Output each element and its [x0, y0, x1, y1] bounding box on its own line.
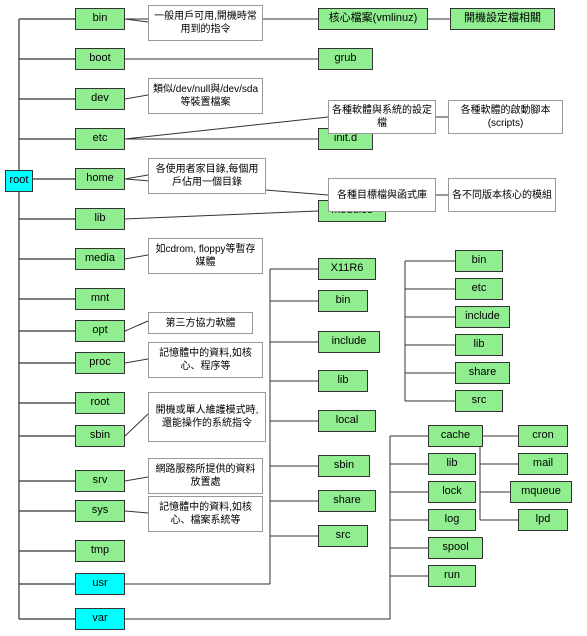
usr-sbin-node: sbin — [318, 455, 370, 477]
var-lock-node: lock — [428, 481, 476, 503]
srv-desc: 網路服務所提供的資料放置處 — [148, 458, 263, 494]
media-node: media — [75, 248, 125, 270]
boot-node: boot — [75, 48, 125, 70]
lib-func-desc: 各種目標檔與函式庫 — [328, 178, 436, 212]
var-spool-node: spool — [428, 537, 483, 559]
usr-share-node: share — [318, 490, 376, 512]
lib-node: lib — [75, 208, 125, 230]
proc-desc: 記憶體中的資料,如核心、程序等 — [148, 342, 263, 378]
x11-include-node: include — [455, 306, 510, 328]
var-run-node: run — [428, 565, 476, 587]
var-log-node: log — [428, 509, 476, 531]
usr-bin-node: bin — [318, 290, 368, 312]
x11-bin-node: bin — [455, 250, 503, 272]
x11-src-node: src — [455, 390, 503, 412]
usr-lib-node: lib — [318, 370, 368, 392]
proc-node: proc — [75, 352, 125, 374]
mnt-node: mnt — [75, 288, 125, 310]
srv-node: srv — [75, 470, 125, 492]
bin-node: bin — [75, 8, 125, 30]
x11-lib-node: lib — [455, 334, 503, 356]
sys-node: sys — [75, 500, 125, 522]
kernel-modules-desc: 各不同版本核心的模組 — [448, 178, 556, 212]
sys-desc: 記憶體中的資料,如核心、檔案系統等 — [148, 496, 263, 532]
usr-node: usr — [75, 573, 125, 595]
sbin-desc: 開機或單人維護模式時,還能操作的系統指令 — [148, 392, 266, 442]
vmlinuz-node: 核心檔案(vmlinuz) — [318, 8, 428, 30]
bin-desc: 一般用戶可用,開機時常用到的指令 — [148, 5, 263, 41]
x11-etc-node: etc — [455, 278, 503, 300]
opt-node: opt — [75, 320, 125, 342]
etc-desc: 各種軟體與系統的設定檔 — [328, 100, 436, 134]
bootcfg-node: 開機設定檔相關 — [450, 8, 555, 30]
scripts-desc: 各種軟體的啟動腳本(scripts) — [448, 100, 563, 134]
usr-include-node: include — [318, 331, 380, 353]
usr-local-node: local — [318, 410, 376, 432]
media-desc: 如cdrom, floppy等暫存媒體 — [148, 238, 263, 274]
sbin-node: sbin — [75, 425, 125, 447]
root-node: root — [5, 170, 33, 192]
x11-share-node: share — [455, 362, 510, 384]
home-desc: 各使用者家目錄,每個用戶佔用一個目錄 — [148, 158, 266, 194]
opt-desc: 第三方協力軟體 — [148, 312, 253, 334]
usr-src-node: src — [318, 525, 368, 547]
x11r6-node: X11R6 — [318, 258, 376, 280]
home-node: home — [75, 168, 125, 190]
var-cache-node: cache — [428, 425, 483, 447]
spool-cron-node: cron — [518, 425, 568, 447]
tmp-node: tmp — [75, 540, 125, 562]
rootdir-node: root — [75, 392, 125, 414]
dev-desc: 類似/dev/null與/dev/sda等裝置檔案 — [148, 78, 263, 114]
grub-node: grub — [318, 48, 373, 70]
etc-node: etc — [75, 128, 125, 150]
var-node: var — [75, 608, 125, 630]
spool-mqueue-node: mqueue — [510, 481, 572, 503]
spool-mail-node: mail — [518, 453, 568, 475]
var-lib-node: lib — [428, 453, 476, 475]
spool-lpd-node: lpd — [518, 509, 568, 531]
dev-node: dev — [75, 88, 125, 110]
